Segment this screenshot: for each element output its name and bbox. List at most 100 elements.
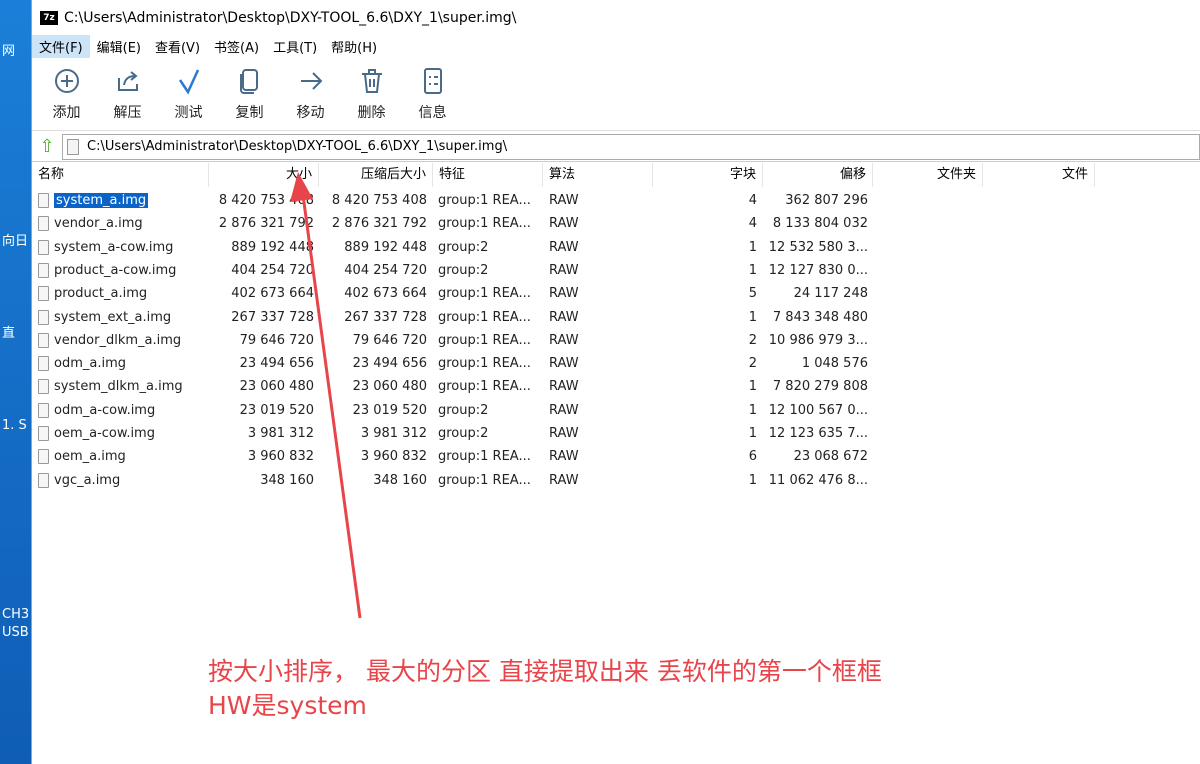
cell: RAW	[549, 379, 579, 395]
cell: RAW	[549, 193, 579, 208]
table-row[interactable]: vendor_a.img 2 876 321 792 2 876 321 792 gr…	[32, 212, 1200, 235]
cell: 24 117 248	[793, 286, 868, 302]
info-button[interactable]: 信息	[402, 57, 463, 130]
up-folder-icon[interactable]: ⇧	[32, 136, 62, 157]
address-text: C:\Users\Administrator\Desktop\DXY-TOOL_…	[87, 139, 508, 154]
add-label: 添加	[52, 104, 81, 121]
col-offset[interactable]: 偏移	[763, 163, 873, 187]
file-icon	[38, 379, 49, 395]
cell: group:1 REA...	[438, 216, 531, 232]
table-row[interactable]: system_a-cow.img 889 192 448 889 192 448 gr…	[32, 236, 1200, 259]
cell: group:1 REA...	[438, 472, 531, 488]
title-bar: 7z C:\Users\Administrator\Desktop\DXY-TO…	[32, 0, 1200, 35]
cell: group:2	[438, 426, 489, 441]
cell-name: oem_a-cow.img	[38, 422, 208, 445]
desktop-label: 向日	[2, 234, 29, 249]
cell-name: system_a.img	[38, 189, 208, 212]
cell-name: vendor_dlkm_a.img	[38, 329, 208, 352]
address-input[interactable]: C:\Users\Administrator\Desktop\DXY-TOOL_…	[62, 133, 1200, 160]
copy-button[interactable]: 复制	[219, 57, 280, 130]
info-list-icon	[423, 67, 442, 94]
cell: 2 876 321 792	[331, 216, 427, 232]
col-characteristics[interactable]: 特征	[433, 163, 543, 187]
cell: 348 160	[260, 472, 314, 488]
cell: 23 019 520	[239, 402, 314, 418]
col-block[interactable]: 字块	[653, 163, 763, 187]
cell: RAW	[549, 402, 579, 418]
file-name: system_a.img	[54, 193, 149, 208]
window-title: C:\Users\Administrator\Desktop\DXY-TOOL_…	[64, 9, 517, 26]
cell: 4	[748, 216, 757, 232]
delete-label: 删除	[357, 104, 386, 121]
cell: 8 420 753 408	[218, 193, 314, 208]
file-name: odm_a-cow.img	[54, 402, 156, 418]
cell: 12 532 580 3...	[768, 239, 868, 255]
cell: RAW	[549, 239, 579, 255]
cell: 1	[748, 239, 757, 255]
annotation-line-1: 按大小排序， 最大的分区 直接提取出来 丢软件的第一个框框	[208, 657, 882, 686]
file-icon	[67, 138, 79, 155]
cell-name: product_a.img	[38, 282, 208, 305]
col-packed-size[interactable]: 压缩后大小	[319, 163, 433, 187]
cell: 23 494 656	[239, 356, 314, 372]
table-row[interactable]: system_a.img 8 420 753 408 8 420 753 408 gr…	[32, 189, 1200, 212]
delete-button[interactable]: 删除	[341, 57, 402, 130]
add-button[interactable]: 添加	[36, 57, 97, 130]
menu-bookmarks[interactable]: 书签(A)	[207, 35, 266, 58]
file-icon	[38, 262, 49, 278]
cell: 12 100 567 0...	[768, 402, 868, 418]
col-files[interactable]: 文件	[983, 163, 1095, 187]
file-icon	[38, 356, 49, 372]
cell-name: vgc_a.img	[38, 469, 208, 492]
cell: 889 192 448	[231, 239, 314, 255]
menu-file[interactable]: 文件(F)	[32, 34, 90, 58]
cell-name: vendor_a.img	[38, 212, 208, 235]
table-row[interactable]: odm_a-cow.img 23 019 520 23 019 520 group:2…	[32, 399, 1200, 422]
cell: 23 019 520	[352, 402, 427, 418]
cell: 8 133 804 032	[772, 216, 868, 232]
cell: 3 960 832	[247, 449, 314, 465]
column-header: 名称 大小 压缩后大小 特征 算法 字块 偏移 文件夹 文件	[32, 163, 1200, 187]
cell: 889 192 448	[344, 239, 427, 255]
annotation-text: 按大小排序， 最大的分区 直接提取出来 丢软件的第一个框框 HW是system	[208, 655, 882, 723]
cell: 79 646 720	[239, 332, 314, 348]
table-row[interactable]: vendor_dlkm_a.img 79 646 720 79 646 720 gro…	[32, 329, 1200, 352]
file-name: oem_a.img	[54, 449, 126, 465]
cell: 7 820 279 808	[772, 379, 868, 395]
menu-edit[interactable]: 编辑(E)	[90, 35, 148, 58]
trash-icon	[361, 68, 382, 93]
cell: group:2	[438, 402, 489, 418]
table-row[interactable]: odm_a.img 23 494 656 23 494 656 group:1 REA…	[32, 352, 1200, 375]
menu-view[interactable]: 查看(V)	[148, 35, 207, 58]
test-button[interactable]: 测试	[158, 57, 219, 130]
move-button[interactable]: 移动	[280, 57, 341, 130]
7zip-window: 7z C:\Users\Administrator\Desktop\DXY-TO…	[31, 0, 1200, 764]
table-row[interactable]: vgc_a.img 348 160 348 160 group:1 REA... RAW…	[32, 469, 1200, 492]
col-folders[interactable]: 文件夹	[873, 163, 983, 187]
cell: 267 337 728	[231, 309, 314, 325]
col-method[interactable]: 算法	[543, 163, 653, 187]
cell: group:1 REA...	[438, 193, 531, 208]
table-row[interactable]: system_ext_a.img 267 337 728 267 337 728 gr…	[32, 306, 1200, 329]
cell: 1	[748, 309, 757, 325]
annotation-line-2: HW是system	[208, 691, 367, 720]
file-name: vendor_dlkm_a.img	[54, 332, 182, 348]
table-row[interactable]: product_a.img 402 673 664 402 673 664 group…	[32, 282, 1200, 305]
cell: 362 807 296	[785, 193, 868, 208]
cell: 4	[748, 193, 757, 208]
table-row[interactable]: oem_a-cow.img 3 981 312 3 981 312 group:2 RA…	[32, 422, 1200, 445]
cell: RAW	[549, 449, 579, 465]
menu-help[interactable]: 帮助(H)	[324, 35, 384, 58]
table-row[interactable]: oem_a.img 3 960 832 3 960 832 group:1 REA..…	[32, 445, 1200, 468]
col-name[interactable]: 名称	[32, 163, 209, 187]
info-label: 信息	[418, 104, 447, 121]
menu-tools[interactable]: 工具(T)	[266, 35, 324, 58]
file-icon	[38, 332, 49, 348]
table-row[interactable]: product_a-cow.img 404 254 720 404 254 720 g…	[32, 259, 1200, 282]
file-icon	[38, 402, 49, 418]
col-size[interactable]: 大小	[209, 163, 319, 187]
extract-button[interactable]: 解压	[97, 57, 158, 130]
cell: 12 123 635 7...	[768, 426, 868, 441]
table-row[interactable]: system_dlkm_a.img 23 060 480 23 060 480 gro…	[32, 375, 1200, 398]
cell: 1	[748, 472, 757, 488]
